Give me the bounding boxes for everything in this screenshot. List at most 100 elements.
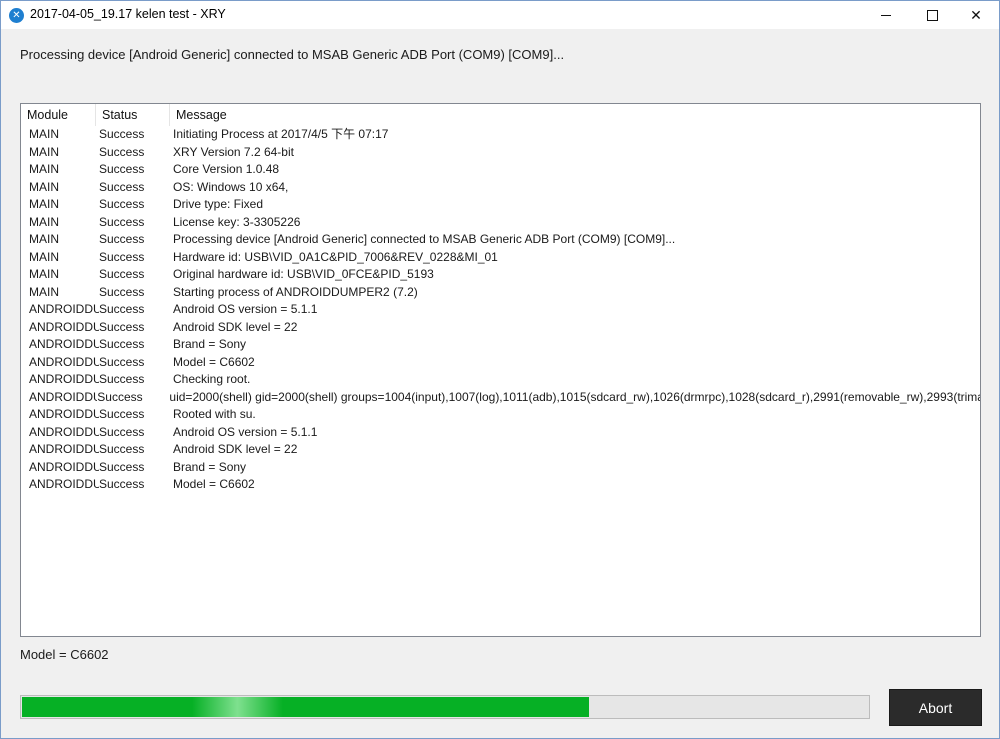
log-row[interactable]: MAIN Success Original hardware id: USB\VID… (21, 266, 980, 284)
log-cell-message: Brand = Sony (173, 459, 247, 474)
log-row[interactable]: ANDROIDDU Success Checking root. (21, 371, 980, 389)
log-row[interactable]: MAIN Success Core Version 1.0.48 (21, 161, 980, 179)
log-cell-status: Success (99, 267, 145, 281)
log-cell-module: MAIN (29, 249, 59, 264)
log-cell-module: ANDROIDDU (29, 354, 99, 369)
log-row[interactable]: MAIN Success Drive type: Fixed (21, 196, 980, 214)
log-cell-message: Drive type: Fixed (173, 197, 264, 211)
log-cell-module: ANDROIDDU (29, 459, 99, 474)
column-header-module[interactable]: Module (21, 104, 96, 126)
log-cell-message: Android SDK level = 22 (173, 319, 298, 334)
processing-status-text: Processing device [Android Generic] conn… (20, 47, 565, 62)
log-cell-message: Android OS version = 5.1.1 (173, 302, 318, 316)
log-cell-status: Success (99, 249, 145, 264)
log-cell-message: Model = C6602 (173, 354, 255, 369)
log-row[interactable]: ANDROIDDU Success uid=2000(shell) gid=2000… (21, 389, 980, 407)
log-row[interactable]: ANDROIDDU Success Rooted with su. (21, 406, 980, 424)
log-row[interactable]: MAIN Success License key: 3-3305226 (21, 214, 980, 232)
log-cell-module: ANDROIDDU (29, 372, 99, 386)
window-title: 2017-04-05_19.17 kelen test - XRY (30, 7, 226, 21)
log-cell-module: MAIN (29, 214, 59, 229)
close-button[interactable]: ✕ (953, 1, 999, 29)
log-cell-message: Hardware id: USB\VID_0A1C&PID_7006&REV_0… (173, 249, 498, 264)
log-row[interactable]: ANDROIDDU Success Android SDK level = 22 (21, 441, 980, 459)
log-row[interactable]: ANDROIDDU Success Brand = Sony (21, 336, 980, 354)
log-cell-module: MAIN (29, 232, 59, 246)
log-row[interactable]: ANDROIDDU Success Model = C6602 (21, 354, 980, 372)
log-cell-module: ANDROIDDU (29, 407, 99, 421)
log-cell-status: Success (99, 162, 145, 176)
log-row[interactable]: ANDROIDDU Success Brand = Sony (21, 459, 980, 477)
log-cell-message: Android OS version = 5.1.1 (173, 424, 318, 439)
log-row[interactable]: ANDROIDDU Success Android SDK level = 22 (21, 319, 980, 337)
log-cell-module: MAIN (29, 267, 59, 281)
log-row[interactable]: MAIN Success XRY Version 7.2 64-bit (21, 144, 980, 162)
maximize-icon (926, 9, 938, 21)
progress-fill (22, 697, 589, 717)
log-cell-module: MAIN (29, 197, 59, 211)
log-cell-message: Starting process of ANDROIDDUMPER2 (7.2) (173, 284, 418, 299)
log-cell-message: Model = C6602 (173, 477, 255, 491)
log-list[interactable]: Module Status Message MAIN Success Initiat… (20, 103, 981, 637)
log-row[interactable]: MAIN Success Initiating Process at 2017/4/… (21, 126, 980, 144)
log-cell-module: ANDROIDDU (29, 319, 99, 334)
xry-window: ✕ 2017-04-05_19.17 kelen test - XRY ✕ Pr… (0, 0, 1000, 739)
log-cell-status: Success (99, 372, 145, 386)
log-row[interactable]: MAIN Success Processing device [Android Ge… (21, 231, 980, 249)
log-cell-module: ANDROIDDU (29, 442, 99, 456)
log-cell-module: MAIN (29, 179, 59, 194)
log-cell-status: Success (99, 477, 145, 491)
log-cell-module: ANDROIDDU (29, 424, 99, 439)
log-cell-status: Success (99, 319, 145, 334)
log-cell-message: Checking root. (173, 372, 251, 386)
log-cell-status: Success (99, 442, 145, 456)
log-cell-status: Success (99, 302, 145, 316)
log-cell-message: Android SDK level = 22 (173, 442, 298, 456)
maximize-button[interactable] (909, 1, 955, 29)
log-cell-module: ANDROIDDU (29, 389, 98, 404)
log-cell-status: Success (99, 214, 145, 229)
log-cell-message: OS: Windows 10 x64, (173, 179, 289, 194)
log-cell-message: Core Version 1.0.48 (173, 162, 280, 176)
log-cell-status: Success (99, 337, 145, 351)
log-row[interactable]: ANDROIDDU Success Model = C6602 (21, 476, 980, 494)
column-header-status[interactable]: Status (96, 104, 170, 126)
log-cell-module: ANDROIDDU (29, 477, 99, 491)
column-header-message[interactable]: Message (170, 104, 980, 126)
log-cell-status: Success (99, 424, 145, 439)
log-row[interactable]: ANDROIDDU Success Android OS version = 5.1… (21, 301, 980, 319)
log-cell-status: Success (99, 179, 145, 194)
log-cell-status: Success (99, 354, 145, 369)
log-cell-message: XRY Version 7.2 64-bit (173, 144, 294, 159)
log-cell-message: Brand = Sony (173, 337, 247, 351)
log-rows: MAIN Success Initiating Process at 2017/4/… (21, 126, 980, 494)
log-row[interactable]: MAIN Success OS: Windows 10 x64, (21, 179, 980, 197)
log-cell-module: MAIN (29, 144, 59, 159)
log-cell-status: Success (99, 407, 145, 421)
log-cell-status: Success (99, 284, 145, 299)
log-cell-message: uid=2000(shell) gid=2000(shell) groups=1… (169, 389, 980, 404)
log-cell-message: Rooted with su. (173, 407, 256, 421)
log-cell-module: ANDROIDDU (29, 302, 99, 316)
log-cell-message: Processing device [Android Generic] conn… (173, 232, 676, 246)
log-row[interactable]: ANDROIDDU Success Android OS version = 5.1… (21, 424, 980, 442)
log-cell-module: MAIN (29, 284, 59, 299)
log-cell-status: Success (97, 389, 143, 404)
minimize-icon (881, 14, 891, 16)
minimize-button[interactable] (863, 1, 909, 29)
log-cell-message: Initiating Process at 2017/4/5 下午 07:17 (173, 127, 389, 141)
log-cell-status: Success (99, 459, 145, 474)
title-bar[interactable]: ✕ 2017-04-05_19.17 kelen test - XRY ✕ (1, 1, 999, 29)
progress-bar (20, 695, 870, 719)
log-row[interactable]: MAIN Success Starting process of ANDROIDDU… (21, 284, 980, 302)
log-cell-message: Original hardware id: USB\VID_0FCE&PID_5… (173, 267, 434, 281)
log-header: Module Status Message (21, 104, 980, 126)
xry-app-icon: ✕ (9, 8, 24, 23)
log-cell-status: Success (99, 232, 145, 246)
log-cell-status: Success (99, 127, 145, 141)
log-row[interactable]: MAIN Success Hardware id: USB\VID_0A1C&PID… (21, 249, 980, 267)
log-cell-module: ANDROIDDU (29, 337, 99, 351)
log-cell-status: Success (99, 197, 145, 211)
abort-button[interactable]: Abort (889, 689, 982, 726)
current-step-text: Model = C6602 (20, 647, 109, 662)
